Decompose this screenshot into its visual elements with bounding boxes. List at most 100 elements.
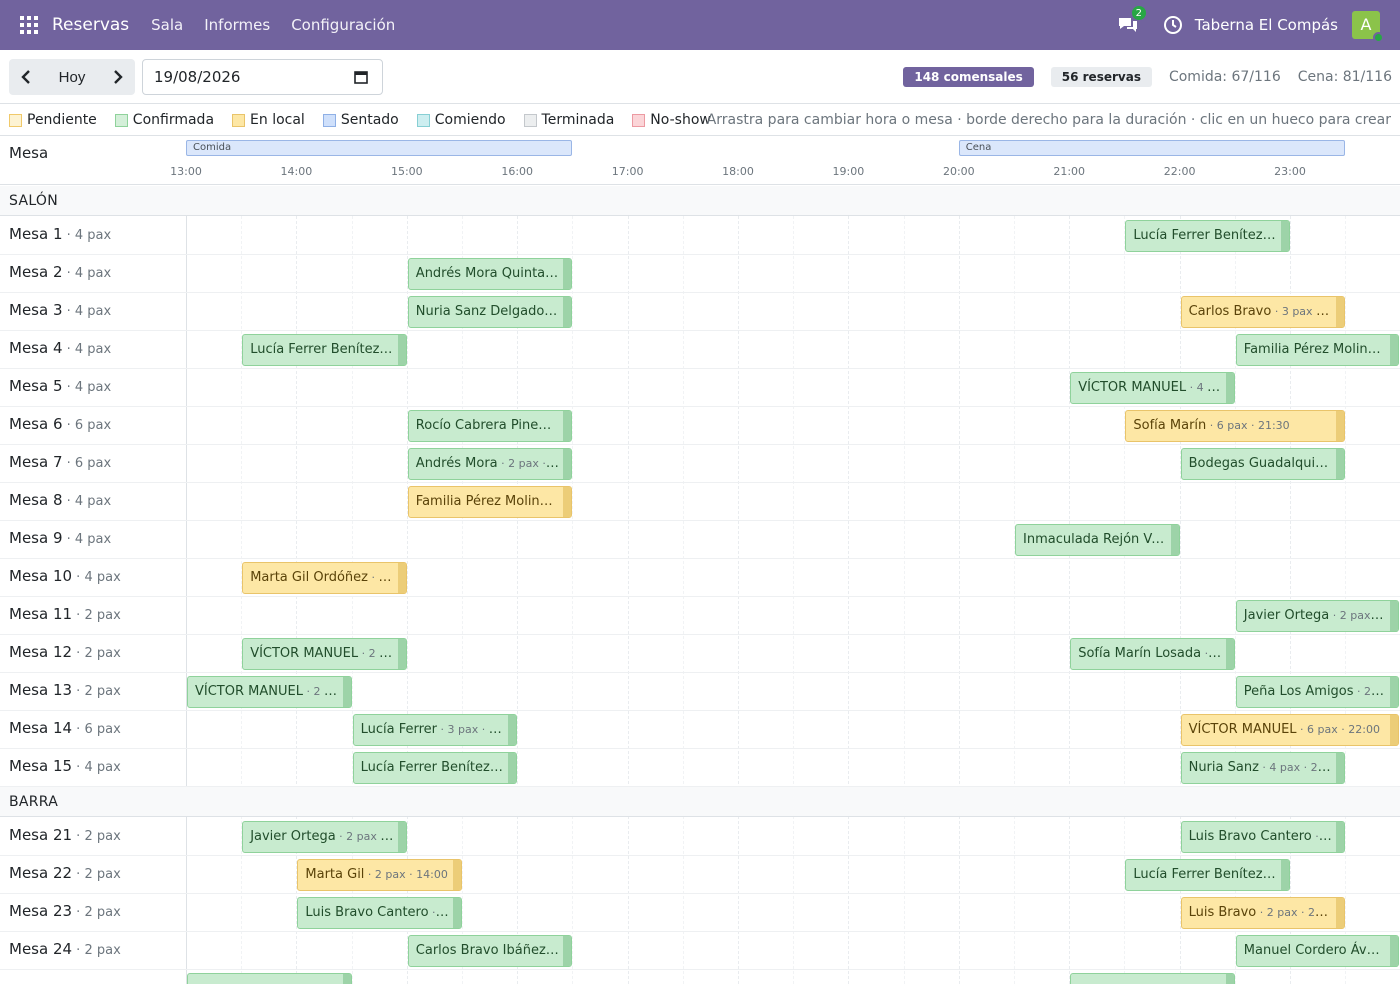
reservation-block[interactable]: Luis Bravo · 2 pax · 22:00 bbox=[1180, 897, 1346, 929]
table-row[interactable]: Mesa 2 · 4 pax Andrés Mora Quintana ... bbox=[0, 255, 1400, 293]
resize-handle[interactable] bbox=[1170, 525, 1179, 555]
reservation-block[interactable]: Familia Pérez Molina · 2... bbox=[407, 486, 573, 518]
reservation-block[interactable]: Manuel Cordero Ávalos... bbox=[1235, 935, 1399, 967]
reservation-block[interactable]: Peña Los Amigos · 2 pax... bbox=[1235, 676, 1399, 708]
resize-handle[interactable] bbox=[1389, 936, 1398, 966]
table-row[interactable]: Mesa 21 · 2 pax Javier Ortega · 2 pax · 1… bbox=[0, 818, 1400, 856]
reservation-block[interactable]: Carlos Bravo · 3 pax · 22:... bbox=[1180, 296, 1346, 328]
reservation-block[interactable]: Marta Gil · 2 pax · 14:00 bbox=[297, 859, 462, 891]
reservation-block[interactable]: Nuria Sanz Delgado · 2 ... bbox=[407, 296, 573, 328]
reservation-block[interactable]: Andrés Mora · 2 pax · 15... bbox=[407, 448, 573, 480]
reservation-block[interactable]: Lucía Ferrer Benítez · 4 ... bbox=[242, 334, 407, 366]
resize-handle[interactable] bbox=[452, 860, 461, 890]
table-row[interactable]: Mesa 1 · 4 pax Lucía Ferrer Benítez · 2 .… bbox=[0, 217, 1400, 255]
resize-handle[interactable] bbox=[563, 449, 572, 479]
table-row[interactable]: Mesa 9 · 4 pax Inmaculada Rejón Vega... bbox=[0, 521, 1400, 559]
table-row[interactable]: Mesa 10 · 4 pax Marta Gil Ordóñez · 2 p..… bbox=[0, 559, 1400, 597]
resize-handle[interactable] bbox=[397, 639, 406, 669]
table-row[interactable]: Mesa 14 · 6 pax Lucía Ferrer · 3 pax · 14… bbox=[0, 711, 1400, 749]
reservation-block[interactable]: Andrés Mora Quintana ... bbox=[407, 258, 573, 290]
table-row[interactable]: Mesa 8 · 4 pax Familia Pérez Molina · 2..… bbox=[0, 483, 1400, 521]
apps-grid-icon[interactable] bbox=[20, 16, 38, 34]
resize-handle[interactable] bbox=[1280, 221, 1289, 251]
table-row[interactable]: Mesa 15 · 4 pax Lucía Ferrer Benítez · 4 … bbox=[0, 749, 1400, 787]
reservation-block[interactable]: Javier Ortega · 2 pax · 13... bbox=[242, 821, 407, 853]
reservation-block[interactable]: Javier Ortega · 2 pax · 22... bbox=[1235, 600, 1399, 632]
resize-handle[interactable] bbox=[452, 898, 461, 928]
resize-handle[interactable] bbox=[563, 936, 572, 966]
resize-handle[interactable] bbox=[1225, 639, 1234, 669]
reservation-block[interactable]: Lucía Ferrer Benítez · 2 ... bbox=[1125, 220, 1290, 252]
table-row[interactable] bbox=[0, 970, 1400, 984]
reservation-block[interactable]: Lucía Ferrer Benítez · 2 ... bbox=[1125, 859, 1290, 891]
resize-handle[interactable] bbox=[1389, 601, 1398, 631]
reservation-block[interactable]: Inmaculada Rejón Vega... bbox=[1015, 524, 1180, 556]
table-row[interactable]: Mesa 6 · 6 pax Rocío Cabrera Pineda · ...… bbox=[0, 407, 1400, 445]
table-row[interactable]: Mesa 12 · 2 pax VÍCTOR MANUEL · 2 pa... So… bbox=[0, 635, 1400, 673]
reservation-block[interactable]: Luis Bravo Cantero · 2 p... bbox=[297, 897, 462, 929]
resize-handle[interactable] bbox=[563, 259, 572, 289]
reservation-block[interactable]: Familia Pérez Molina · 4... bbox=[1235, 334, 1399, 366]
calendar-icon[interactable] bbox=[354, 70, 368, 84]
resize-handle[interactable] bbox=[1225, 974, 1234, 984]
resize-handle[interactable] bbox=[397, 822, 406, 852]
resize-handle[interactable] bbox=[1336, 297, 1345, 327]
chat-icon[interactable]: 2 bbox=[1117, 5, 1147, 35]
avatar[interactable]: A bbox=[1352, 11, 1384, 43]
reservation-block[interactable] bbox=[1070, 973, 1235, 984]
prev-day-button[interactable] bbox=[9, 59, 43, 95]
resize-handle[interactable] bbox=[342, 677, 351, 707]
table-row[interactable]: Mesa 3 · 4 pax Nuria Sanz Delgado · 2 ...… bbox=[0, 293, 1400, 331]
resize-handle[interactable] bbox=[1336, 822, 1345, 852]
reservation-block[interactable]: VÍCTOR MANUEL · 4 pa... bbox=[1070, 372, 1235, 404]
menu-configuracion[interactable]: Configuración bbox=[291, 16, 395, 34]
table-row[interactable]: Mesa 23 · 2 pax Luis Bravo Cantero · 2 p.… bbox=[0, 894, 1400, 932]
resize-handle[interactable] bbox=[563, 487, 572, 517]
resize-handle[interactable] bbox=[1336, 411, 1345, 441]
clock-icon[interactable] bbox=[1163, 15, 1183, 35]
resize-handle[interactable] bbox=[342, 974, 351, 984]
resize-handle[interactable] bbox=[1336, 753, 1345, 783]
table-row[interactable]: Mesa 24 · 2 pax Carlos Bravo Ibáñez · 2 .… bbox=[0, 932, 1400, 970]
app-brand[interactable]: Reservas bbox=[52, 15, 129, 35]
reservation-block[interactable]: Lucía Ferrer Benítez · 4 ... bbox=[352, 752, 518, 784]
menu-sala[interactable]: Sala bbox=[151, 16, 183, 34]
resize-handle[interactable] bbox=[1336, 898, 1345, 928]
resize-handle[interactable] bbox=[563, 411, 572, 441]
resize-handle[interactable] bbox=[1225, 373, 1234, 403]
table-row[interactable]: Mesa 4 · 4 pax Lucía Ferrer Benítez · 4 .… bbox=[0, 331, 1400, 369]
resize-handle[interactable] bbox=[397, 335, 406, 365]
reservation-block[interactable]: Carlos Bravo Ibáñez · 2 ... bbox=[407, 935, 573, 967]
reservation-block[interactable]: Lucía Ferrer · 3 pax · 14:30 bbox=[352, 714, 518, 746]
resize-handle[interactable] bbox=[1389, 335, 1398, 365]
resize-handle[interactable] bbox=[1336, 449, 1345, 479]
next-day-button[interactable] bbox=[101, 59, 135, 95]
reservation-block[interactable]: Marta Gil Ordóñez · 2 p... bbox=[242, 562, 407, 594]
reservation-block[interactable]: VÍCTOR MANUEL · 6 pax · 22:00 bbox=[1180, 714, 1399, 746]
date-field[interactable]: 19/08/2026 bbox=[142, 59, 383, 95]
reservation-block[interactable]: Luis Bravo Cantero · 2 p... bbox=[1180, 821, 1346, 853]
resize-handle[interactable] bbox=[563, 297, 572, 327]
reservation-block[interactable]: Bodegas Guadalquivir ... bbox=[1180, 448, 1346, 480]
reservation-block[interactable]: Nuria Sanz · 4 pax · 22:00 bbox=[1180, 752, 1346, 784]
resize-handle[interactable] bbox=[508, 753, 517, 783]
menu-informes[interactable]: Informes bbox=[204, 16, 270, 34]
resize-handle[interactable] bbox=[1280, 860, 1289, 890]
table-row[interactable]: Mesa 5 · 4 pax VÍCTOR MANUEL · 4 pa... bbox=[0, 369, 1400, 407]
resize-handle[interactable] bbox=[1389, 715, 1398, 745]
reservation-block[interactable]: Rocío Cabrera Pineda · ... bbox=[407, 410, 573, 442]
reservation-block[interactable]: VÍCTOR MANUEL · 2 pa... bbox=[242, 638, 407, 670]
table-row[interactable]: Mesa 7 · 6 pax Andrés Mora · 2 pax · 15..… bbox=[0, 445, 1400, 483]
resize-handle[interactable] bbox=[1389, 677, 1398, 707]
resize-handle[interactable] bbox=[508, 715, 517, 745]
reservation-block[interactable]: Sofía Marín · 6 pax · 21:30 bbox=[1125, 410, 1346, 442]
company-name[interactable]: Taberna El Compás bbox=[1195, 16, 1338, 34]
table-row[interactable]: Mesa 11 · 2 pax Javier Ortega · 2 pax · 2… bbox=[0, 597, 1400, 635]
reservation-block[interactable] bbox=[187, 973, 352, 984]
table-row[interactable]: Mesa 13 · 2 pax VÍCTOR MANUEL · 2 pa... Pe… bbox=[0, 673, 1400, 711]
table-row[interactable]: Mesa 22 · 2 pax Marta Gil · 2 pax · 14:00… bbox=[0, 856, 1400, 894]
reservation-block[interactable]: VÍCTOR MANUEL · 2 pa... bbox=[187, 676, 352, 708]
resize-handle[interactable] bbox=[397, 563, 406, 593]
today-button[interactable]: Hoy bbox=[43, 59, 101, 95]
reservation-block[interactable]: Sofía Marín Losada · 2 p... bbox=[1070, 638, 1235, 670]
